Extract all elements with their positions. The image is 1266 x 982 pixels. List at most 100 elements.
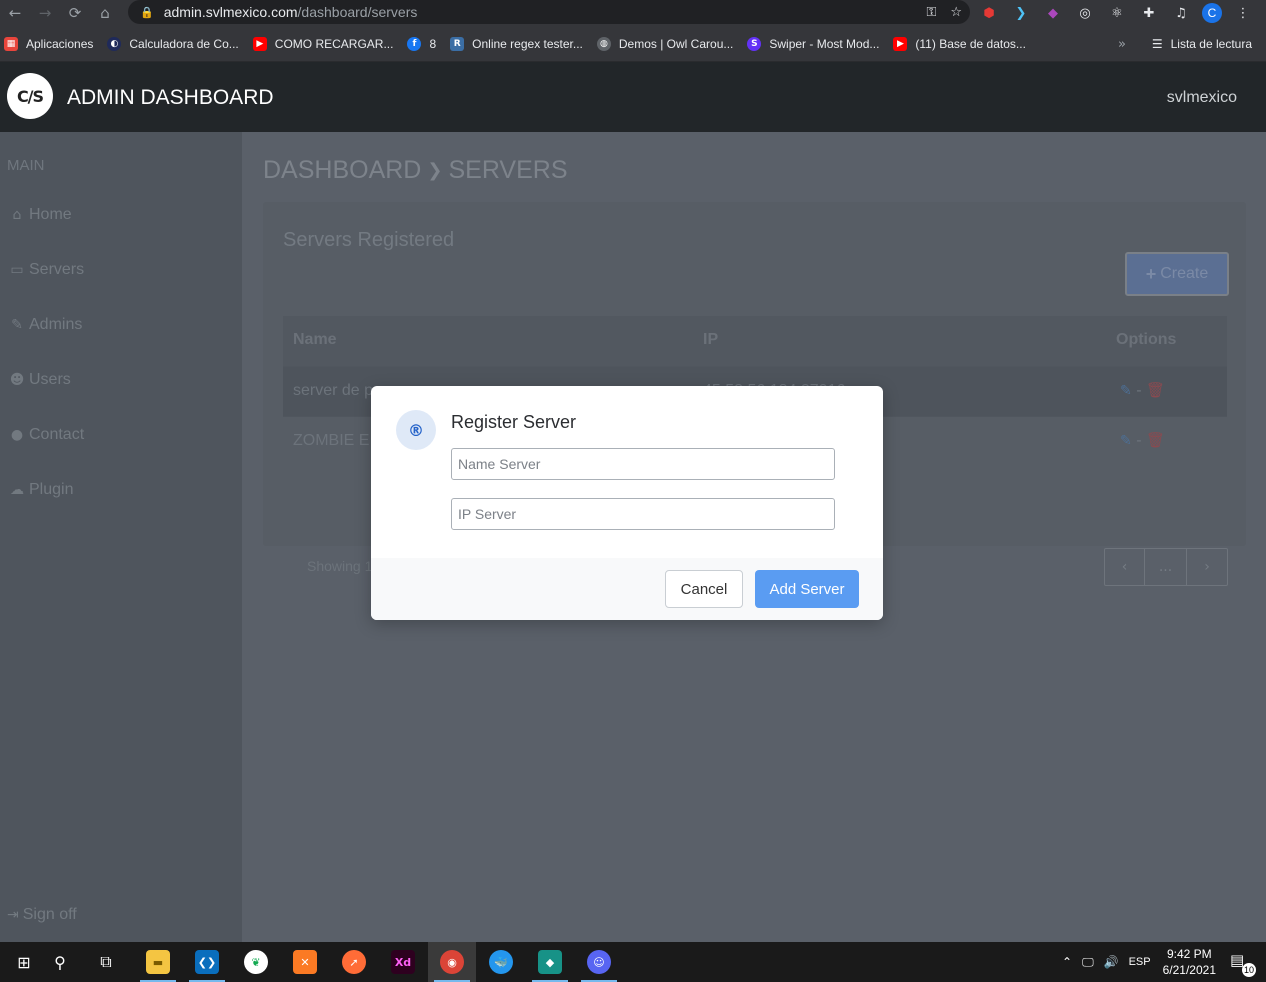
- task-view-icon[interactable]: ⧉: [82, 942, 130, 982]
- docker-icon[interactable]: 🐳: [477, 942, 525, 982]
- target-extension-icon[interactable]: ◎: [1074, 2, 1096, 24]
- windows-taskbar: ⊞ ⚲ ⧉ ▬ ❮❯ ❦ ✕ ➚ Xd ◉ 🐳 ◆ ☺ ⌃ 🖵 🔊 ESP 9:…: [0, 942, 1266, 982]
- user-name[interactable]: svlmexico: [1167, 89, 1237, 107]
- modal-title: Register Server: [451, 412, 577, 432]
- back-icon[interactable]: ←: [0, 0, 30, 26]
- sidebar-item-servers[interactable]: ▭ Servers: [7, 261, 84, 279]
- discord-icon[interactable]: ☺: [575, 942, 623, 982]
- wrench-icon: ✎: [11, 317, 23, 333]
- reading-list-icon: ☰: [1151, 37, 1163, 51]
- youtube-icon: ▶: [893, 36, 908, 51]
- column-header-ip: IP: [703, 331, 719, 348]
- key-icon[interactable]: ⚿: [926, 5, 936, 20]
- chevron-right-icon: ❯: [427, 160, 443, 181]
- extensions-puzzle-icon[interactable]: ✚: [1138, 2, 1160, 24]
- ip-server-input[interactable]: [451, 498, 835, 530]
- name-server-input[interactable]: [451, 448, 835, 480]
- bookmark-item[interactable]: ◐ Calculadora de Co...: [107, 36, 239, 51]
- bookmark-item[interactable]: S Swiper - Most Mod...: [747, 36, 879, 51]
- lock-icon: 🔒: [140, 5, 154, 19]
- adblock-extension-icon[interactable]: ⬢: [978, 2, 1000, 24]
- table-header-row: Name IP Options: [283, 316, 1227, 366]
- add-server-button[interactable]: Add Server: [755, 570, 859, 608]
- column-header-options: Options: [1116, 331, 1177, 348]
- home-button-icon[interactable]: ⌂: [90, 0, 120, 26]
- reading-list[interactable]: ☰ Lista de lectura: [1152, 26, 1252, 62]
- server-name: server de p: [293, 382, 374, 399]
- bookmarks-overflow-icon[interactable]: »: [1118, 26, 1126, 62]
- options-separator: -: [1136, 382, 1142, 399]
- bookmarks-bar: ▦ Aplicaciones ◐ Calculadora de Co... ▶ COM…: [0, 26, 1266, 62]
- regex-icon: R: [450, 36, 465, 51]
- file-explorer-icon[interactable]: ▬: [134, 942, 182, 982]
- url-path: /dashboard/servers: [297, 4, 418, 20]
- clock[interactable]: 9:42 PM 6/21/2021: [1163, 946, 1216, 978]
- sidebar-item-admins[interactable]: ✎ Admins: [7, 316, 82, 334]
- angle-extension-icon[interactable]: ❯: [1010, 2, 1032, 24]
- system-tray: ⌃ 🖵 🔊 ESP 9:42 PM 6/21/2021 ▤ 10: [1062, 942, 1266, 982]
- edit-icon[interactable]: ✎: [1120, 433, 1132, 449]
- media-icon[interactable]: ♫: [1170, 2, 1192, 24]
- bookmark-item[interactable]: ▶ COMO RECARGAR...: [252, 36, 393, 51]
- show-hidden-icons[interactable]: ⌃: [1062, 955, 1072, 969]
- sign-off-link[interactable]: ⇥ Sign off: [7, 906, 77, 924]
- notification-count: 10: [1242, 963, 1256, 977]
- reload-icon[interactable]: ⟳: [60, 0, 90, 26]
- prev-page-button[interactable]: ‹: [1105, 549, 1145, 585]
- card-title: Servers Registered: [283, 229, 455, 251]
- vscode-icon[interactable]: ❮❯: [183, 942, 231, 982]
- row-options: ✎ - 🗑: [1120, 431, 1165, 450]
- bookmark-item[interactable]: ◍ Demos | Owl Carou...: [596, 36, 733, 51]
- profile-avatar[interactable]: C: [1202, 3, 1222, 23]
- bookmark-favicon-icon: ◐: [107, 36, 122, 51]
- react-extension-icon[interactable]: ⚛: [1106, 2, 1128, 24]
- volume-icon[interactable]: 🔊: [1104, 955, 1119, 969]
- sidebar-item-contact[interactable]: ● Contact: [7, 426, 84, 444]
- postman-icon[interactable]: ➚: [330, 942, 378, 982]
- clock-date: 6/21/2021: [1162, 963, 1216, 977]
- adobe-xd-icon[interactable]: Xd: [379, 942, 427, 982]
- edit-icon[interactable]: ✎: [1120, 383, 1132, 399]
- chrome-icon[interactable]: ◉: [428, 942, 476, 982]
- colorpicker-extension-icon[interactable]: ◆: [1042, 2, 1064, 24]
- cancel-button[interactable]: Cancel: [665, 570, 743, 608]
- bookmark-item[interactable]: f8: [407, 36, 436, 51]
- apps-grid-icon: ▦: [4, 36, 18, 51]
- cs-logo[interactable]: C/S: [7, 73, 53, 119]
- cloud-icon: ☁: [10, 482, 24, 498]
- modal-footer: Cancel Add Server: [371, 558, 883, 620]
- bookmark-apps[interactable]: ▦ Aplicaciones: [4, 36, 93, 51]
- plus-icon: +: [1145, 263, 1157, 284]
- github-icon: ●: [10, 427, 24, 443]
- action-center-icon[interactable]: ▤ 10: [1230, 951, 1256, 977]
- trash-icon[interactable]: 🗑: [1146, 431, 1165, 449]
- bookmark-item[interactable]: ▶ (11) Base de datos...: [893, 36, 1026, 51]
- bookmark-item[interactable]: R Online regex tester...: [450, 36, 583, 51]
- app-title: ADMIN DASHBOARD: [67, 86, 274, 109]
- language-indicator[interactable]: ESP: [1129, 956, 1151, 968]
- sidebar: MAIN ⌂ Home ▭ Servers ✎ Admins ☻ Users ● Cont…: [0, 132, 242, 942]
- search-icon[interactable]: ⚲: [36, 942, 84, 982]
- column-header-name: Name: [293, 331, 337, 348]
- app-header: C/S ADMIN DASHBOARD svlmexico: [0, 62, 1266, 132]
- swiper-icon: S: [747, 36, 762, 51]
- sidebar-item-plugin[interactable]: ☁ Plugin: [7, 481, 73, 499]
- trash-icon[interactable]: 🗑: [1146, 381, 1165, 399]
- url-host: admin.svlmexico.com: [163, 4, 298, 20]
- next-page-button[interactable]: ›: [1187, 549, 1227, 585]
- mongodb-compass-icon[interactable]: ❦: [232, 942, 280, 982]
- sidebar-item-users[interactable]: ☻ Users: [7, 371, 71, 389]
- registered-icon: ®: [396, 410, 436, 450]
- forward-icon[interactable]: →: [30, 0, 60, 26]
- page-ellipsis[interactable]: ...: [1145, 549, 1187, 585]
- network-icon[interactable]: 🖵: [1082, 955, 1094, 970]
- sidebar-item-home[interactable]: ⌂ Home: [7, 206, 72, 224]
- create-button[interactable]: + Create: [1125, 252, 1229, 296]
- star-icon[interactable]: ☆: [950, 5, 962, 20]
- address-bar[interactable]: 🔒 admin.svlmexico.com/dashboard/servers …: [128, 0, 970, 24]
- youtube-icon: ▶: [252, 36, 267, 51]
- breadcrumb-dashboard[interactable]: DASHBOARD: [263, 156, 421, 185]
- xampp-icon[interactable]: ✕: [281, 942, 329, 982]
- menu-kebab-icon[interactable]: ⋮: [1232, 2, 1254, 24]
- gitkraken-icon[interactable]: ◆: [526, 942, 574, 982]
